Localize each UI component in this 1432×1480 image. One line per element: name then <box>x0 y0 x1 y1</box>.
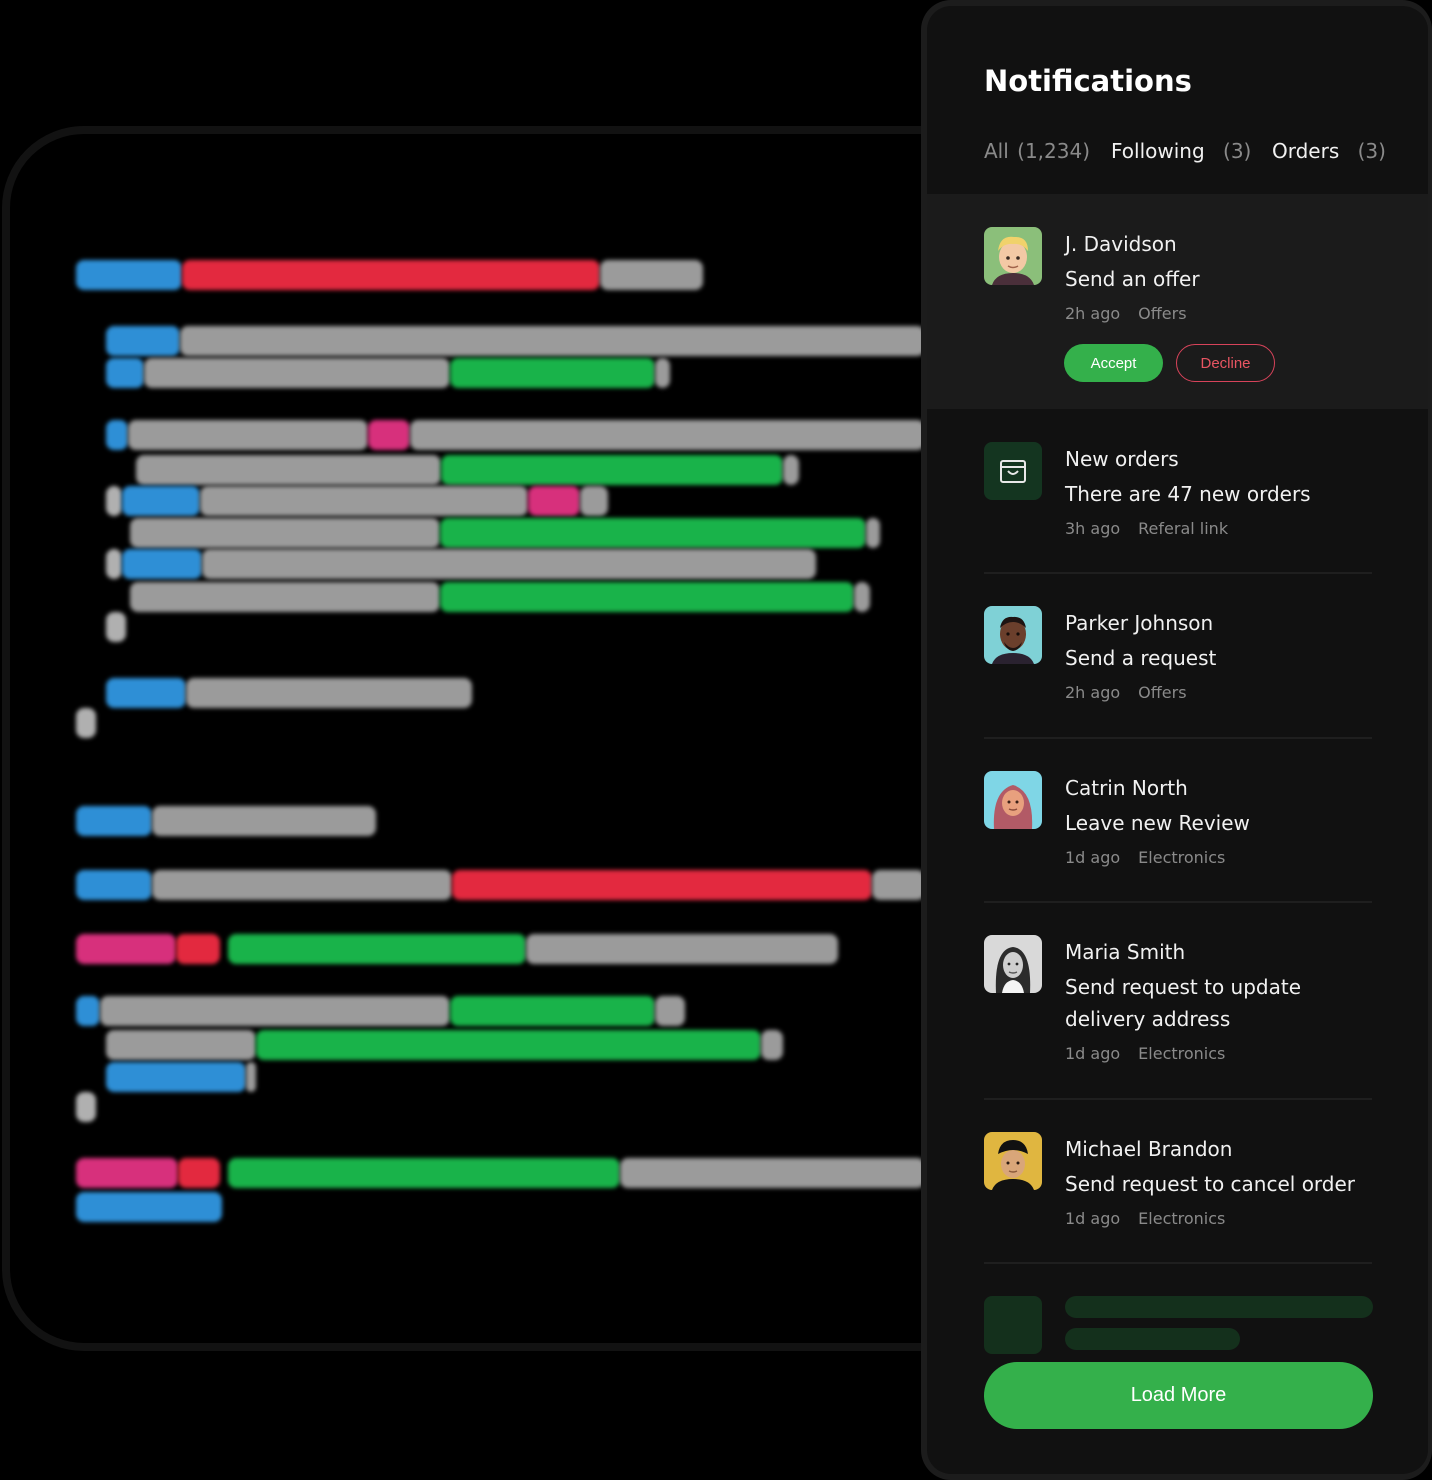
notification-item[interactable]: J. Davidson Send an offer 2h ago Offers <box>927 194 1428 409</box>
tab-all-count: (1,234) <box>1017 139 1091 163</box>
notification-message: There are 47 new orders <box>1065 482 1311 506</box>
notification-message: Send request to cancel order <box>1065 1172 1356 1196</box>
notification-time: 1d ago <box>1065 1209 1121 1228</box>
notification-message: Send an offer <box>1065 267 1200 291</box>
notification-category: Offers <box>1138 683 1187 702</box>
notification-message: Send a request <box>1065 646 1217 670</box>
notification-sender: Parker Johnson <box>1065 611 1214 635</box>
notification-item[interactable]: Parker Johnson Send a request 2h ago Offe… <box>927 573 1428 737</box>
tab-orders-label: Orders <box>1272 139 1340 163</box>
notification-time: 1d ago <box>1065 848 1121 867</box>
load-more-button[interactable]: Load More <box>984 1362 1373 1429</box>
tab-orders-count: (3) <box>1357 139 1386 163</box>
notification-time: 1d ago <box>1065 1044 1121 1063</box>
tab-following[interactable]: Following (3) <box>1111 139 1251 163</box>
blurred-code <box>0 0 925 1480</box>
notification-meta: 1d ago Electronics <box>1065 1044 1225 1063</box>
notification-item[interactable]: New orders There are 47 new orders 3h ag… <box>927 409 1428 573</box>
avatar <box>984 771 1042 829</box>
notification-meta: 3h ago Referal link <box>1065 519 1228 538</box>
notification-sender: J. Davidson <box>1065 232 1177 256</box>
tab-orders[interactable]: Orders (3) <box>1272 139 1386 163</box>
notification-meta: 2h ago Offers <box>1065 304 1187 323</box>
notification-meta: 2h ago Offers <box>1065 683 1187 702</box>
notification-category: Electronics <box>1138 848 1226 867</box>
notification-item[interactable]: Catrin North Leave new Review 1d ago Elec… <box>927 738 1428 902</box>
accept-button[interactable]: Accept <box>1064 344 1163 382</box>
avatar <box>984 935 1042 993</box>
tab-following-count: (3) <box>1223 139 1252 163</box>
avatar <box>984 1132 1042 1190</box>
skeleton-line <box>1065 1296 1373 1318</box>
notification-sender: Maria Smith <box>1065 940 1186 964</box>
notification-sender: New orders <box>1065 447 1179 471</box>
skeleton-line <box>1065 1328 1240 1350</box>
decline-button[interactable]: Decline <box>1176 344 1275 382</box>
notification-sender: Catrin North <box>1065 776 1188 800</box>
notification-category: Referal link <box>1138 519 1229 538</box>
notification-time: 3h ago <box>1065 519 1121 538</box>
notification-message: Send request to update delivery address <box>1065 975 1302 1031</box>
notification-item[interactable]: Maria Smith Send request to update deliv… <box>927 902 1428 1098</box>
notification-sender: Michael Brandon <box>1065 1137 1233 1161</box>
notification-category: Electronics <box>1138 1209 1226 1228</box>
notification-item[interactable]: Michael Brandon Send request to cancel o… <box>927 1099 1428 1263</box>
notification-meta: 1d ago Electronics <box>1065 848 1225 867</box>
notification-time: 2h ago <box>1065 683 1121 702</box>
tab-all[interactable]: All (1,234) <box>984 139 1090 163</box>
divider <box>984 1262 1372 1264</box>
tab-following-label: Following <box>1111 139 1205 163</box>
panel-title: Notifications <box>984 64 1192 98</box>
tab-all-label: All <box>984 139 1009 163</box>
notification-category: Electronics <box>1138 1044 1226 1063</box>
notifications-panel: Notifications All (1,234) Following (3) … <box>921 0 1432 1480</box>
notification-category: Offers <box>1138 304 1187 323</box>
avatar <box>984 606 1042 664</box>
notification-message: Leave new Review <box>1065 811 1250 835</box>
skeleton-avatar <box>984 1296 1042 1354</box>
avatar <box>984 227 1042 285</box>
shopping-bag-icon <box>984 442 1042 500</box>
notification-time: 2h ago <box>1065 304 1121 323</box>
notification-meta: 1d ago Electronics <box>1065 1209 1225 1228</box>
